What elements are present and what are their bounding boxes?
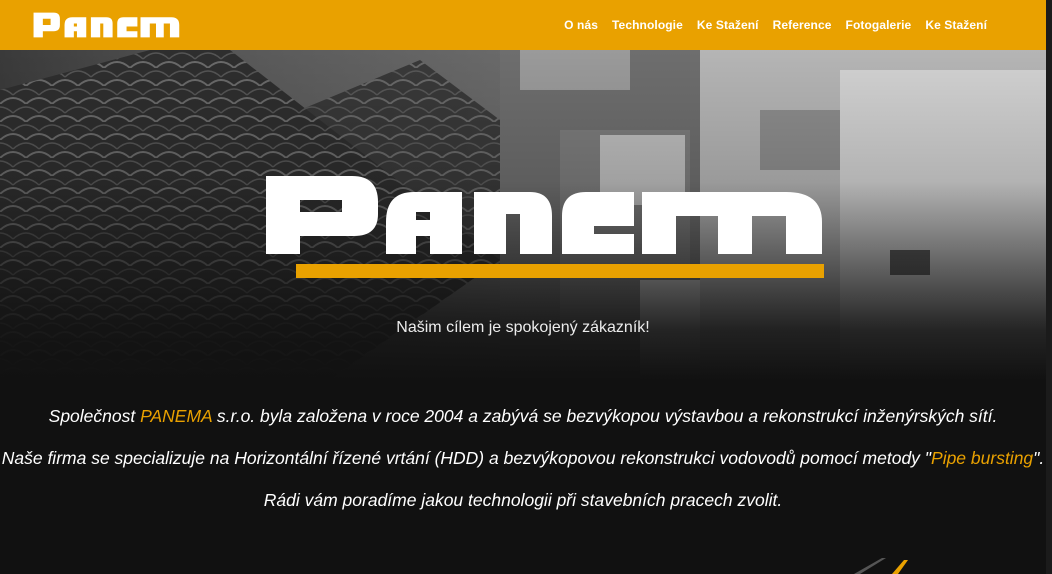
hero-tagline: Našim cílem je spokojený zákazník!: [396, 319, 650, 336]
nav-o-nas[interactable]: O nás: [557, 18, 605, 32]
pipe-bursting-link[interactable]: Pipe bursting: [931, 448, 1033, 468]
intro-text: Naše firma se specializuje na Horizontál…: [1, 448, 932, 468]
intro-paragraph-1: Společnost PANEMA s.r.o. byla založena v…: [0, 406, 1046, 427]
nav-ke-stazeni[interactable]: Ke Stažení: [690, 18, 766, 32]
site-header: O nás Technologie Ke Stažení Reference F…: [0, 0, 1052, 574]
nav-technologie[interactable]: Technologie: [605, 18, 690, 32]
intro-paragraph-2: Naše firma se specializuje na Horizontál…: [0, 448, 1046, 469]
decorative-graphic: [854, 558, 908, 574]
intro-text: Společnost: [48, 406, 141, 426]
nav-reference[interactable]: Reference: [766, 18, 839, 32]
intro-paragraph-3: Rádi vám poradíme jakou technologii při …: [263, 490, 783, 510]
intro-section: Společnost PANEMA s.r.o. byla založena v…: [0, 406, 1046, 532]
brand-highlight: PANEMA: [140, 406, 213, 426]
intro-text: s.r.o. byla založena v roce 2004 a zabýv…: [212, 406, 998, 426]
hero-banner: Našim cílem je spokojený zákazník!: [0, 50, 1046, 380]
right-edge-strip: [1046, 0, 1052, 574]
nav-fotogalerie[interactable]: Fotogalerie: [839, 18, 919, 32]
main-nav: O nás Technologie Ke Stažení Reference F…: [557, 18, 994, 32]
intro-text: ".: [1033, 448, 1045, 468]
panema-hero-logo: [266, 176, 824, 278]
nav-ke-stazeni-2[interactable]: Ke Stažení: [918, 18, 994, 32]
panema-logo[interactable]: [32, 8, 187, 42]
